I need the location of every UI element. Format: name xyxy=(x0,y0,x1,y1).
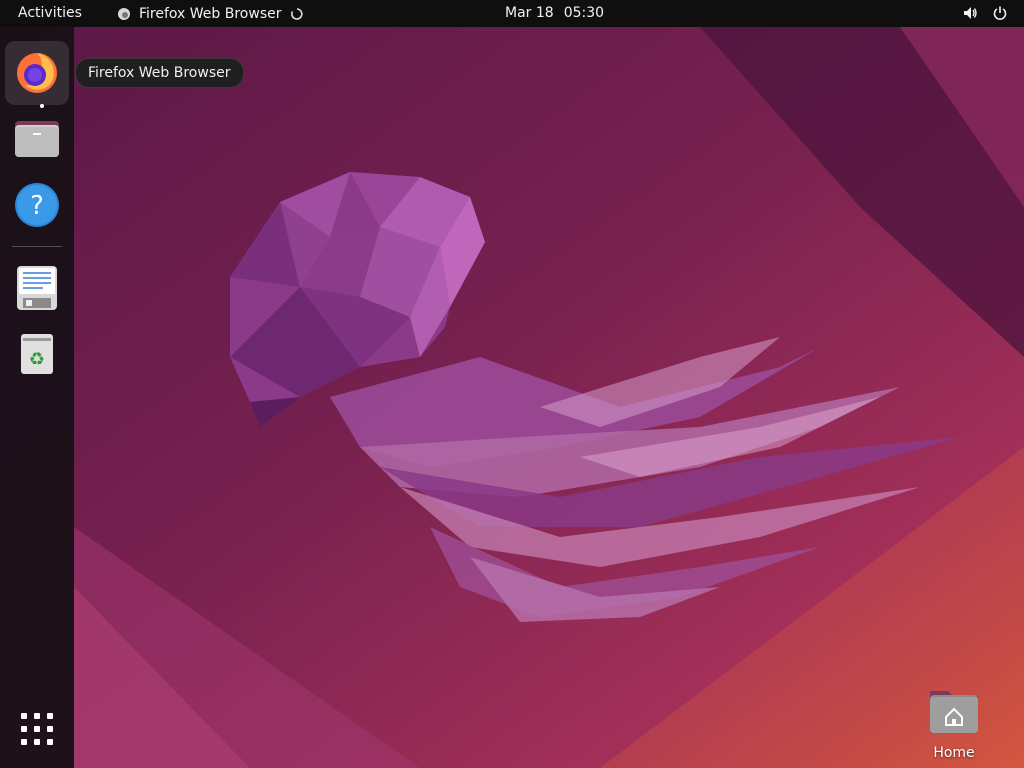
dock-files[interactable] xyxy=(5,107,69,171)
firefox-icon xyxy=(17,53,57,93)
svg-text:♻: ♻ xyxy=(29,349,45,370)
volume-icon xyxy=(964,7,977,19)
top-bar: Activities Firefox Web Browser Mar 18 05:… xyxy=(0,0,1024,27)
desktop[interactable]: Home xyxy=(0,27,1024,768)
files-icon xyxy=(15,121,59,157)
dock-trash[interactable]: ♻ xyxy=(5,322,69,386)
text-editor-icon xyxy=(17,266,57,310)
clock-date: Mar 18 xyxy=(505,5,554,21)
dock-tooltip: Firefox Web Browser xyxy=(75,58,244,88)
dock-text-editor[interactable] xyxy=(5,256,69,320)
dock-help[interactable]: ? xyxy=(5,173,69,237)
dock-firefox[interactable] xyxy=(5,41,69,108)
app-grid-icon[interactable] xyxy=(13,705,61,753)
dock: ? ♻ xyxy=(0,27,74,768)
home-folder-icon xyxy=(930,691,978,733)
firefox-icon xyxy=(118,8,130,20)
app-menu-button[interactable]: Firefox Web Browser xyxy=(117,4,303,24)
clock-time: 05:30 xyxy=(563,5,605,21)
desktop-home-shortcut[interactable]: Home xyxy=(922,683,986,765)
wallpaper xyxy=(0,27,1024,768)
system-tray[interactable] xyxy=(962,5,1008,21)
clock-button[interactable]: Mar 18 05:30 xyxy=(505,5,604,21)
help-icon: ? xyxy=(15,183,59,227)
dock-separator xyxy=(12,246,62,247)
loading-spinner-icon xyxy=(290,8,303,20)
app-menu-label: Firefox Web Browser xyxy=(139,6,282,22)
home-label: Home xyxy=(933,745,975,761)
power-icon xyxy=(993,6,1007,20)
trash-icon: ♻ xyxy=(21,334,53,374)
activities-button[interactable]: Activities xyxy=(18,5,82,21)
svg-text:?: ? xyxy=(30,191,44,221)
